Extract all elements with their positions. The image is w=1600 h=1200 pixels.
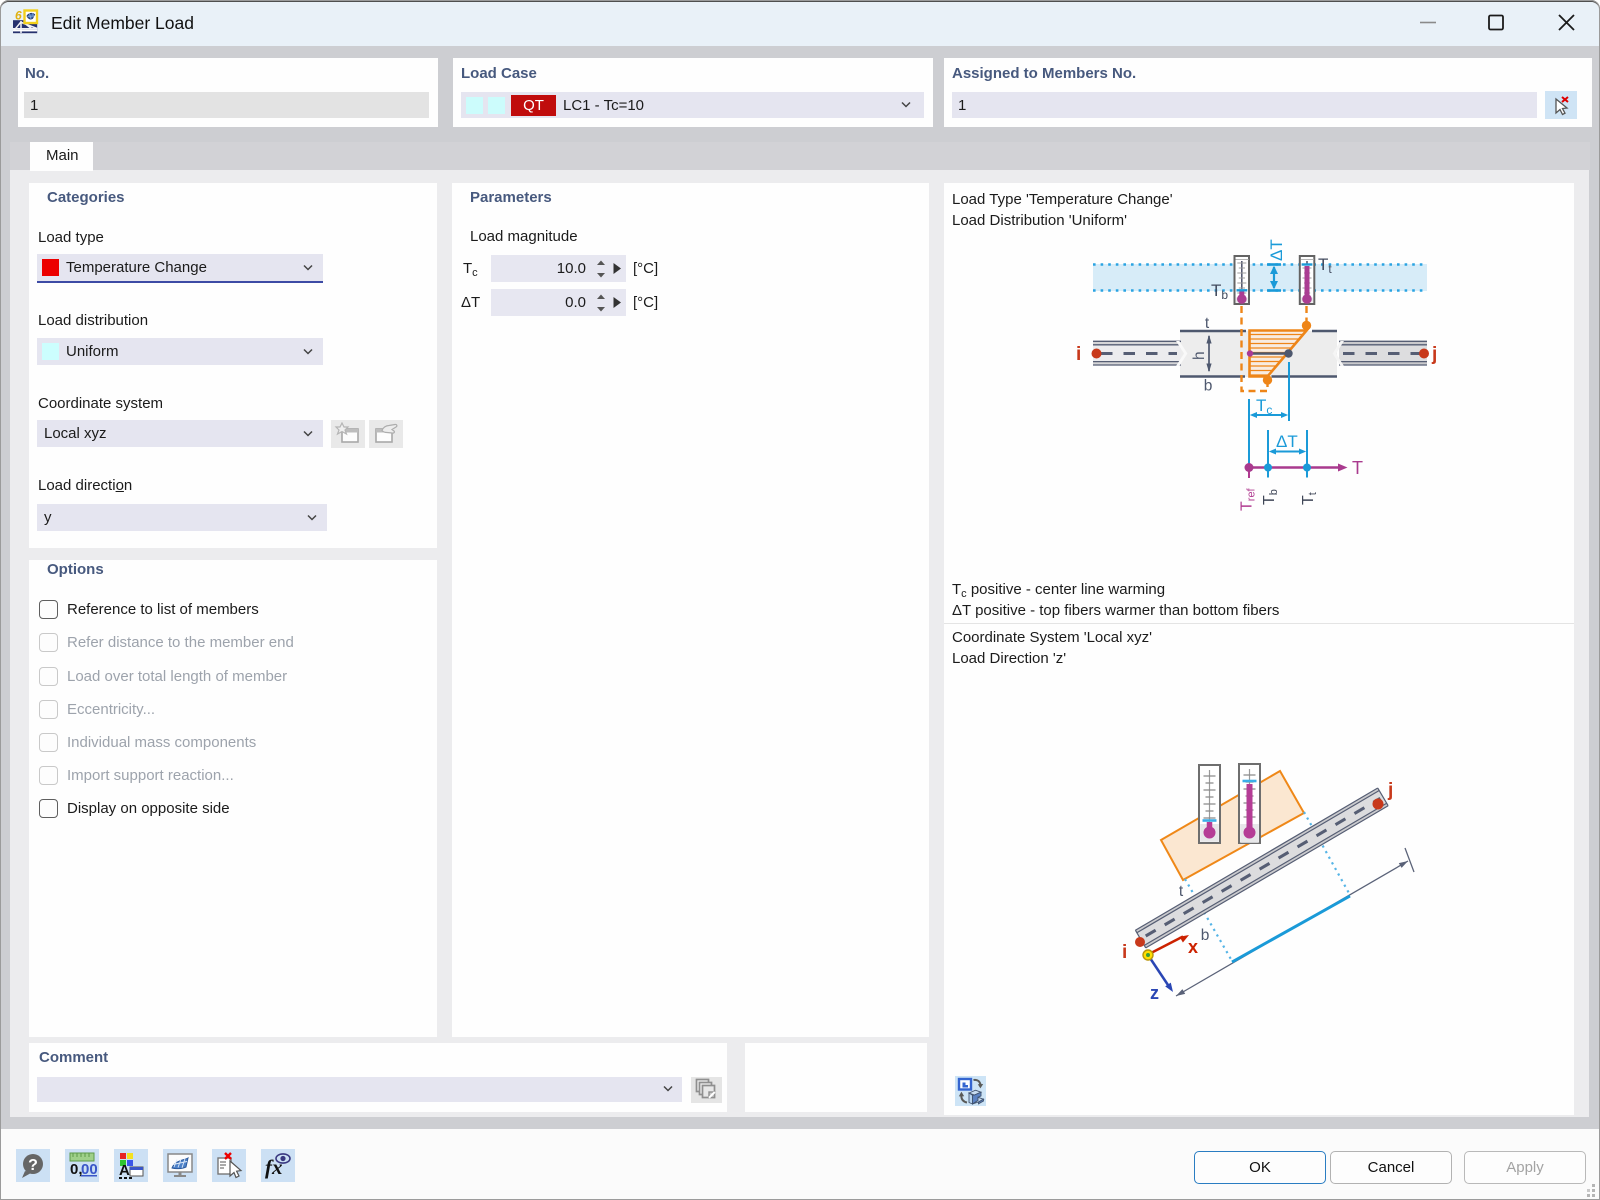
svg-text:00: 00 [81,1161,97,1178]
svg-text:j: j [1387,780,1393,801]
svg-text:h: h [1191,351,1208,360]
svg-text:A: A [119,1162,130,1179]
svg-text:6: 6 [15,9,22,23]
svg-text:Tref: Tref [1239,487,1258,511]
svg-text:Tb: Tb [1261,489,1280,505]
svg-text:b: b [1204,378,1213,395]
svg-text:z: z [1150,983,1159,1003]
svg-text:b: b [1201,927,1210,944]
svg-text:ΔT: ΔT [1267,239,1286,261]
svg-text:fx: fx [265,1155,283,1179]
svg-text:t: t [1205,315,1210,332]
svg-text:j: j [1431,344,1437,365]
svg-text:Tt: Tt [1318,255,1332,276]
svg-text:ΔT: ΔT [1276,432,1298,451]
svg-text:i: i [1076,344,1081,365]
svg-text:?: ? [28,1157,38,1174]
svg-text:i: i [1122,942,1127,963]
svg-text:Tt: Tt [1300,492,1319,505]
svg-text:t: t [1179,883,1184,900]
svg-text:Tc: Tc [1256,396,1272,417]
svg-text:T: T [1352,458,1363,478]
svg-text:x: x [1188,937,1198,957]
